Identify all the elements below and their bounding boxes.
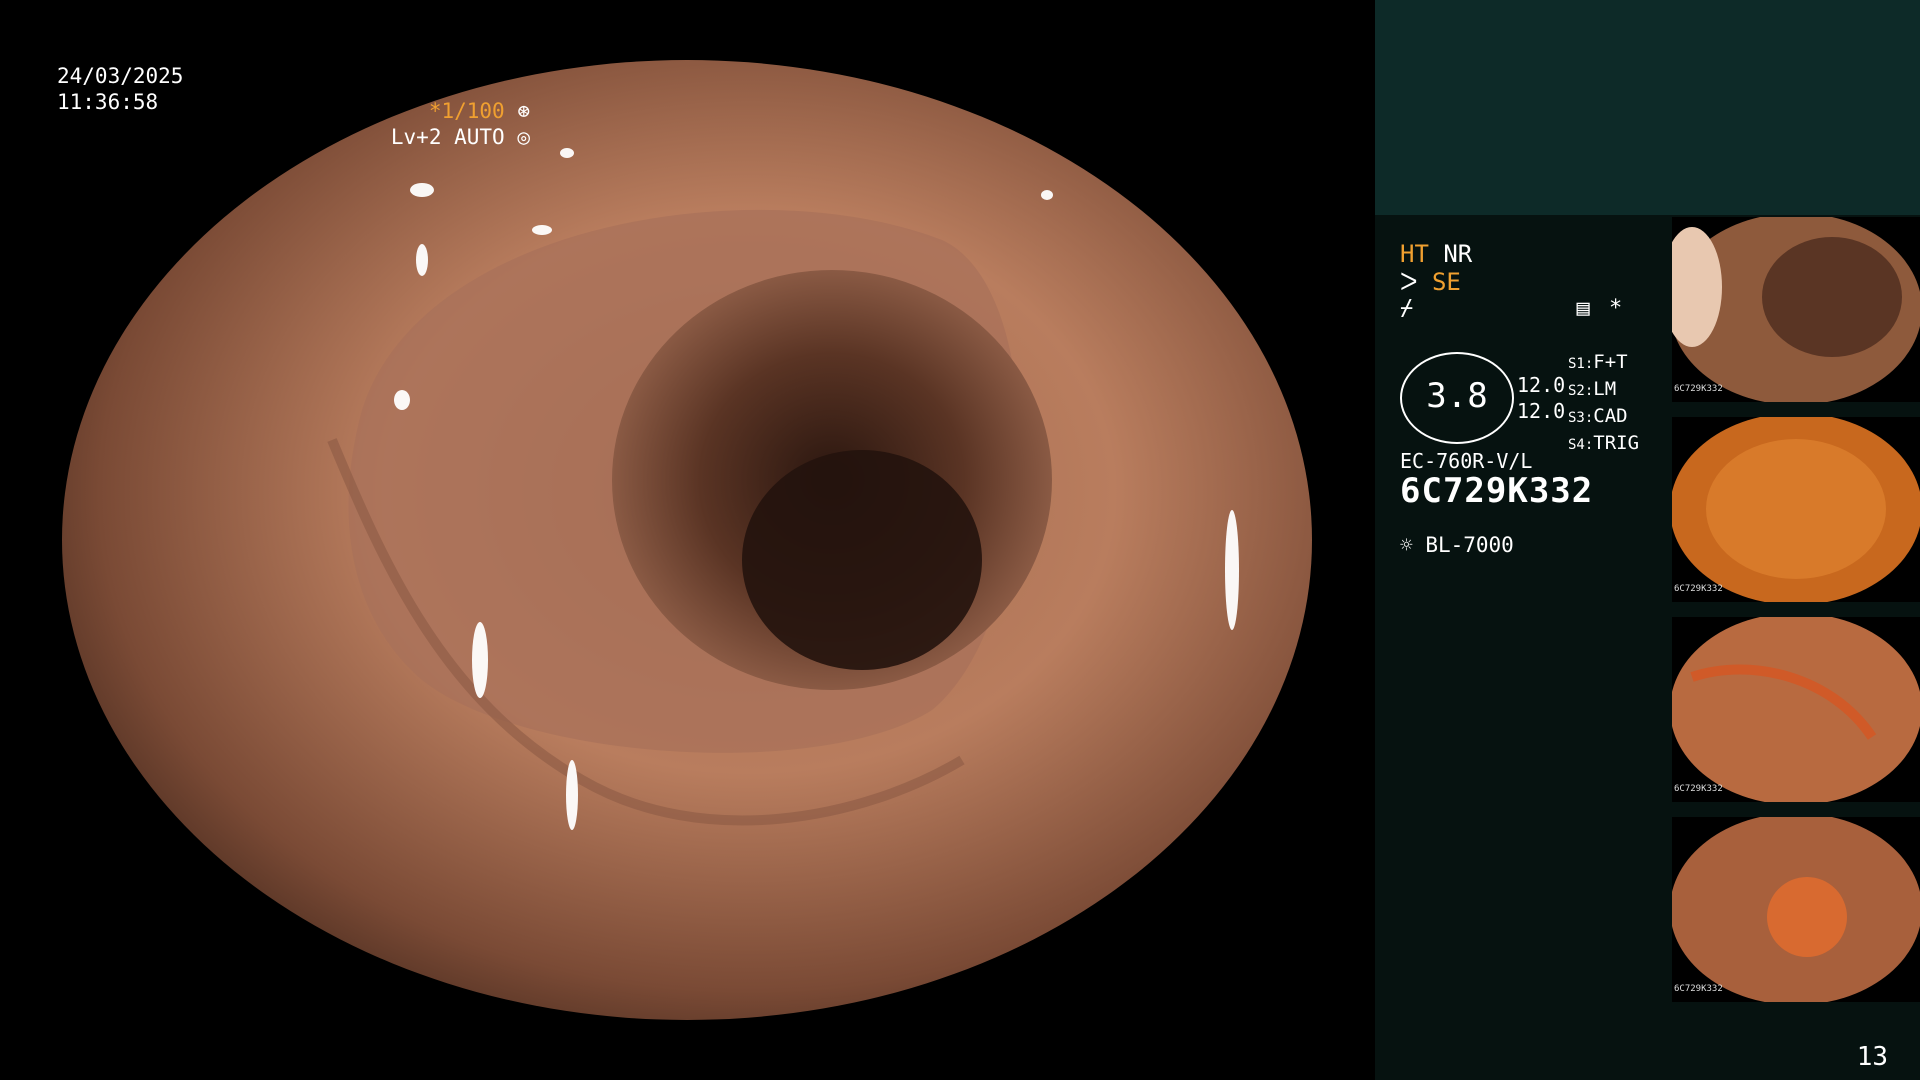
- time-text: 11:36:58: [57, 90, 159, 114]
- auto-icon: ◎: [517, 125, 530, 149]
- nr-label: NR: [1443, 240, 1473, 268]
- gauge-value: 3.8: [1426, 376, 1488, 416]
- thumbnail-1[interactable]: 6C729K332: [1672, 217, 1920, 402]
- light-source-text: BL-7000: [1425, 533, 1514, 557]
- endoscope-view: 24/03/2025 11:36:58 *1/100 ⊛ Lv+2 AUTO ◎: [0, 0, 1375, 1080]
- s1-label: S1:: [1568, 356, 1594, 372]
- s1-value: F+T: [1593, 351, 1628, 373]
- s3-label: S3:: [1568, 410, 1594, 426]
- level-text: Lv+2 AUTO: [390, 125, 505, 149]
- aperture-icon: ⊛: [517, 99, 530, 123]
- thumbnail-strip: 6C729K332 6C729K332 6C729K332 6C729K332: [1672, 217, 1920, 1017]
- s3-value: CAD: [1593, 405, 1628, 427]
- record-icon: ▤: [1576, 296, 1590, 321]
- s4-label: S4:: [1568, 437, 1594, 453]
- s2-value: LM: [1593, 378, 1617, 400]
- s4-value: TRIG: [1593, 432, 1640, 454]
- date-text: 24/03/2025: [57, 64, 184, 88]
- shutter-text: *1/100: [428, 99, 505, 123]
- value-2: 12.0: [1517, 399, 1566, 423]
- top-dark-block: [1375, 0, 1920, 215]
- thumbnail-4[interactable]: 6C729K332: [1672, 817, 1920, 1002]
- ht-label: HT: [1400, 240, 1429, 268]
- scope-switches: S1:F+T S2:LM S3:CAD S4:TRIG: [1568, 350, 1639, 458]
- page-number: 13: [1856, 1042, 1888, 1072]
- numeric-values: 12.0 12.0: [1517, 372, 1565, 424]
- scope-serial: 6C729K332: [1400, 471, 1594, 511]
- s2-label: S2:: [1568, 383, 1594, 399]
- thumbnail-id: 6C729K332: [1674, 984, 1723, 994]
- value-1: 12.0: [1517, 373, 1566, 397]
- endoscopic-image: [62, 60, 1312, 1020]
- zoom-gauge: 3.8: [1400, 352, 1514, 444]
- thumbnail-3[interactable]: 6C729K332: [1672, 617, 1920, 802]
- star-label: *: [1609, 296, 1623, 321]
- thumbnail-id: 6C729K332: [1674, 384, 1723, 394]
- light-source: ☼ BL-7000: [1400, 532, 1514, 558]
- thumbnail-id: 6C729K332: [1674, 784, 1723, 794]
- shutter-overlay: *1/100 ⊛ Lv+2 AUTO ◎: [391, 98, 530, 150]
- status-info: HT NR ᐳ SE ⌿ ▤ *: [1400, 240, 1622, 321]
- light-icon: ☼: [1400, 533, 1413, 557]
- se-icon: ᐳ: [1400, 268, 1418, 296]
- thumbnail-2[interactable]: 6C729K332: [1672, 417, 1920, 602]
- contrast-icon: ⌿: [1400, 296, 1414, 321]
- thumbnail-id: 6C729K332: [1674, 584, 1723, 594]
- se-label: SE: [1431, 268, 1461, 296]
- datetime-overlay: 24/03/2025 11:36:58: [57, 63, 183, 115]
